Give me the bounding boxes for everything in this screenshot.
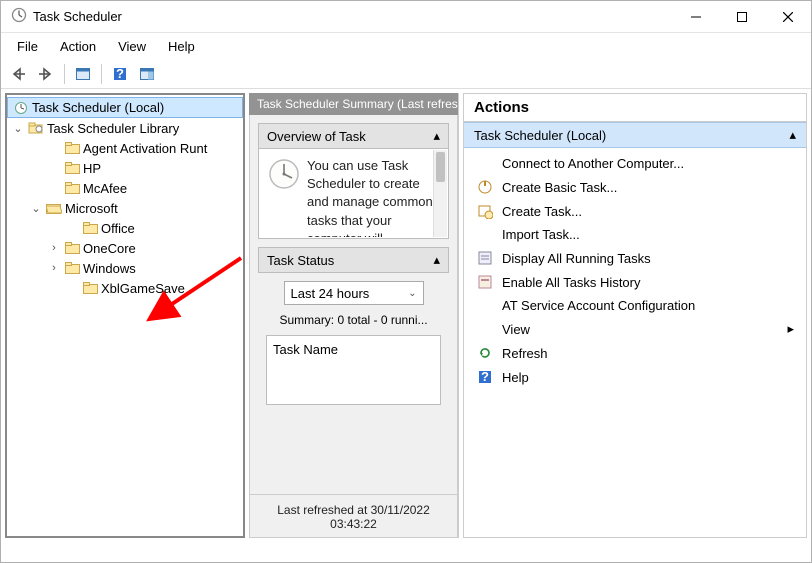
- status-range-combo[interactable]: Last 24 hours ⌄: [284, 281, 424, 305]
- toolbar-separator: [64, 64, 65, 84]
- actions-list: Connect to Another Computer... Create Ba…: [464, 148, 806, 393]
- actions-panel: Actions Task Scheduler (Local) ▴ Connect…: [463, 93, 807, 538]
- window-title: Task Scheduler: [27, 9, 673, 24]
- task-status-section: Task Status ▴ Last 24 hours ⌄ Summary: 0…: [258, 247, 449, 413]
- submenu-arrow-icon: ▸: [787, 321, 794, 337]
- tree-root-node[interactable]: Task Scheduler (Local): [7, 97, 243, 118]
- tree-item-windows[interactable]: › Windows: [7, 258, 243, 278]
- overview-body: You can use Task Scheduler to create and…: [258, 149, 449, 239]
- action-create-basic-task[interactable]: Create Basic Task...: [470, 175, 800, 199]
- library-icon: [28, 121, 44, 135]
- show-hide-tree-button[interactable]: [71, 62, 95, 86]
- refresh-icon: [476, 345, 494, 361]
- tree-item-label: Office: [101, 221, 135, 236]
- history-icon: [476, 274, 494, 290]
- tree-panel[interactable]: Task Scheduler (Local) ⌄ Task Scheduler …: [5, 93, 245, 538]
- tree-item[interactable]: HP: [7, 158, 243, 178]
- tree-item-label: HP: [83, 161, 101, 176]
- basic-task-icon: [476, 179, 494, 195]
- window: Task Scheduler File Action View Help ? T…: [0, 0, 812, 563]
- action-view-submenu[interactable]: View▸: [470, 317, 800, 341]
- app-icon: [11, 7, 27, 26]
- help-icon: ?: [476, 369, 494, 385]
- back-button[interactable]: [7, 62, 31, 86]
- tree-item-label: XblGameSave: [101, 281, 185, 296]
- tree-item[interactable]: McAfee: [7, 178, 243, 198]
- clock-icon: [14, 101, 28, 115]
- collapse-icon[interactable]: ▴: [433, 128, 440, 144]
- taskname-list[interactable]: Task Name: [266, 335, 441, 405]
- svg-text:?: ?: [116, 66, 124, 81]
- forward-button[interactable]: [34, 62, 58, 86]
- folder-icon: [64, 182, 80, 194]
- expand-icon[interactable]: ›: [47, 242, 61, 254]
- action-create-task[interactable]: Create Task...: [470, 199, 800, 223]
- folder-icon: [64, 142, 80, 154]
- tree-library-node[interactable]: ⌄ Task Scheduler Library: [7, 118, 243, 138]
- close-button[interactable]: [765, 1, 811, 33]
- tree-item[interactable]: Agent Activation Runt: [7, 138, 243, 158]
- menu-file[interactable]: File: [7, 36, 48, 57]
- tree-item-label: OneCore: [83, 241, 136, 256]
- folder-icon: [82, 282, 98, 294]
- status-summary: Summary: 0 total - 0 runni...: [266, 313, 441, 327]
- minimize-button[interactable]: [673, 1, 719, 33]
- action-enable-history[interactable]: Enable All Tasks History: [470, 270, 800, 294]
- overview-text: You can use Task Scheduler to create and…: [307, 157, 440, 230]
- menubar: File Action View Help: [1, 33, 811, 59]
- task-status-header[interactable]: Task Status ▴: [258, 247, 449, 273]
- scrollbar[interactable]: [433, 150, 447, 237]
- expand-icon[interactable]: ›: [47, 262, 61, 274]
- action-display-running[interactable]: Display All Running Tasks: [470, 246, 800, 270]
- summary-header: Task Scheduler Summary (Last refreshed: [249, 93, 458, 115]
- summary-panel: Task Scheduler Summary (Last refreshed O…: [249, 93, 459, 538]
- tree-item-microsoft[interactable]: ⌄ Microsoft: [7, 198, 243, 218]
- actions-context-header[interactable]: Task Scheduler (Local) ▴: [464, 122, 806, 148]
- toolbar-separator: [101, 64, 102, 84]
- folder-icon: [64, 242, 80, 254]
- tree-item[interactable]: Office: [7, 218, 243, 238]
- menu-action[interactable]: Action: [50, 36, 106, 57]
- actions-title: Actions: [464, 94, 806, 122]
- action-refresh[interactable]: Refresh: [470, 341, 800, 365]
- tree-item[interactable]: › OneCore: [7, 238, 243, 258]
- tree-item[interactable]: XblGameSave: [7, 278, 243, 298]
- folder-open-icon: [46, 202, 62, 214]
- action-connect[interactable]: Connect to Another Computer...: [470, 152, 800, 175]
- overview-section: Overview of Task ▴ You can use Task Sche…: [258, 123, 449, 239]
- tree-item-label: Microsoft: [65, 201, 118, 216]
- overview-header[interactable]: Overview of Task ▴: [258, 123, 449, 149]
- titlebar: Task Scheduler: [1, 1, 811, 33]
- show-action-pane-button[interactable]: [135, 62, 159, 86]
- expand-icon[interactable]: ⌄: [29, 202, 43, 215]
- collapse-icon[interactable]: ▴: [789, 127, 796, 143]
- maximize-button[interactable]: [719, 1, 765, 33]
- statusbar: [1, 542, 811, 562]
- tree-root-label: Task Scheduler (Local): [32, 100, 164, 115]
- summary-body: Overview of Task ▴ You can use Task Sche…: [249, 115, 458, 495]
- task-icon: [476, 203, 494, 219]
- tree-item-label: McAfee: [83, 181, 127, 196]
- collapse-icon[interactable]: ▴: [433, 252, 440, 268]
- help-button[interactable]: ?: [108, 62, 132, 86]
- action-at-config[interactable]: AT Service Account Configuration: [470, 294, 800, 317]
- tree-item-label: Windows: [83, 261, 136, 276]
- last-refreshed-label: Last refreshed at 30/11/2022 03:43:22: [249, 495, 458, 538]
- folder-icon: [64, 162, 80, 174]
- running-tasks-icon: [476, 250, 494, 266]
- tree-library-label: Task Scheduler Library: [47, 121, 179, 136]
- action-help[interactable]: ?Help: [470, 365, 800, 389]
- tree-item-label: Agent Activation Runt: [83, 141, 207, 156]
- folder-icon: [64, 262, 80, 274]
- menu-view[interactable]: View: [108, 36, 156, 57]
- action-import-task[interactable]: Import Task...: [470, 223, 800, 246]
- expand-icon[interactable]: ⌄: [11, 122, 25, 135]
- clock-icon: [267, 157, 301, 230]
- menu-help[interactable]: Help: [158, 36, 205, 57]
- toolbar: ?: [1, 59, 811, 89]
- folder-icon: [82, 222, 98, 234]
- content-area: Task Scheduler (Local) ⌄ Task Scheduler …: [1, 89, 811, 542]
- svg-text:?: ?: [481, 369, 489, 384]
- chevron-down-icon: ⌄: [408, 288, 416, 299]
